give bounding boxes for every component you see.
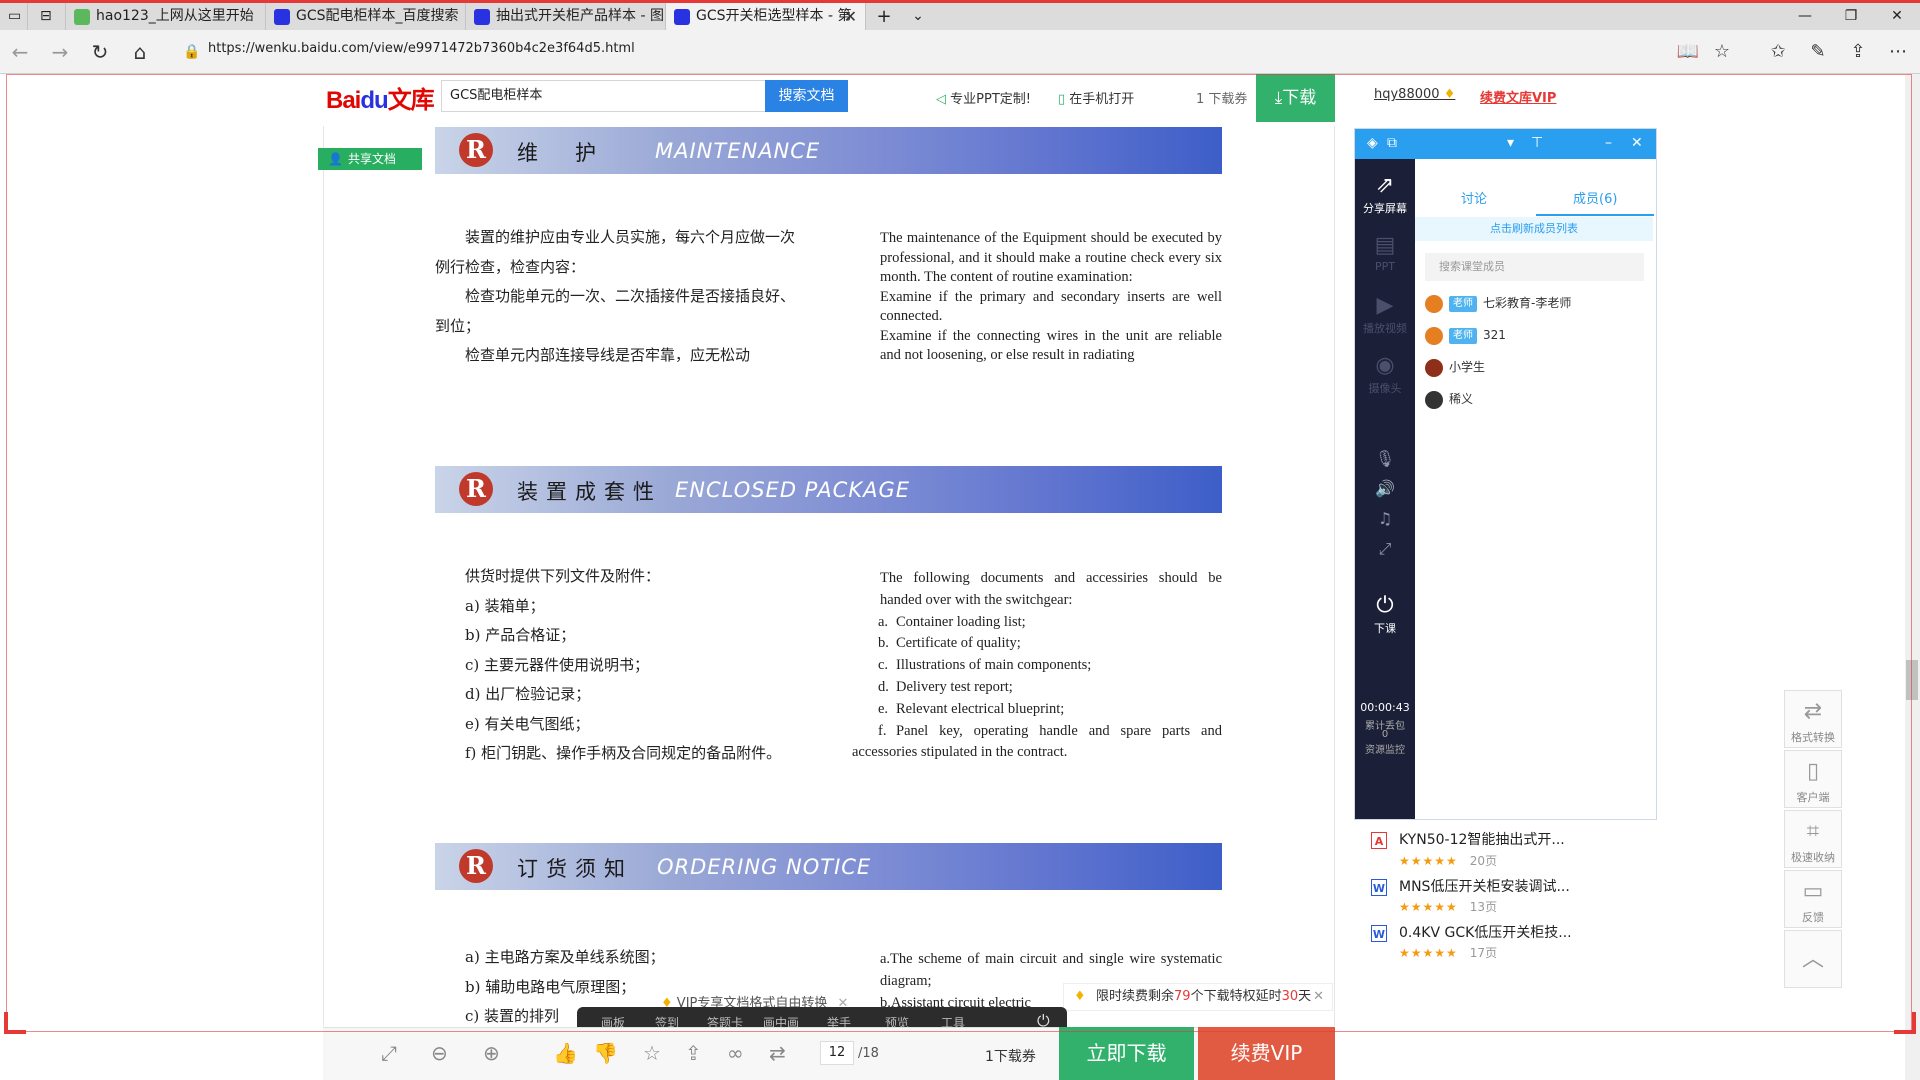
refresh-icon[interactable]: ↻ — [86, 38, 114, 66]
link-icon[interactable]: ∞ — [727, 1041, 744, 1065]
page-total: /18 — [858, 1046, 879, 1061]
recording-corner — [4, 1012, 26, 1034]
set-tabs-aside-icon[interactable]: ⊟ — [30, 3, 66, 30]
tab-title: 抽出式开关柜产品样本 - 图: — [496, 8, 666, 24]
tab-title: hao123_上网从这里开始 — [96, 8, 254, 24]
tab-baidu-search[interactable]: GCS配电柜样本_百度搜索 — [266, 3, 466, 30]
favorite-star-icon[interactable]: ☆ — [643, 1041, 661, 1065]
recording-corner — [1894, 1012, 1916, 1034]
baidu-favicon-icon — [474, 9, 490, 25]
minimize-icon[interactable]: — — [1782, 3, 1828, 30]
download-coupon-count: 1下载券 — [985, 1049, 1036, 1065]
url-field[interactable]: https://wenku.baidu.com/view/e9971472b73… — [208, 41, 635, 56]
tab-list-chevron-icon[interactable]: ⌄ — [904, 3, 932, 30]
home-icon[interactable]: ⌂ — [126, 38, 154, 66]
baidu-favicon-icon — [674, 9, 690, 25]
favorite-star-icon[interactable]: ☆ — [1708, 38, 1736, 66]
new-tab-button[interactable]: + — [868, 3, 900, 30]
tab-actions-icon[interactable]: ▭ — [0, 3, 28, 30]
zoom-out-icon[interactable]: ⊖ — [431, 1041, 448, 1065]
baidu-favicon-icon — [274, 9, 290, 25]
thumbs-down-icon[interactable]: 👎 — [593, 1041, 618, 1065]
page-number-input[interactable]: 12 — [820, 1041, 854, 1065]
share-icon[interactable]: ⇪ — [685, 1041, 702, 1065]
tab-hao123[interactable]: hao123_上网从这里开始 — [66, 3, 266, 30]
zoom-in-icon[interactable]: ⊕ — [483, 1041, 500, 1065]
thumbs-up-icon[interactable]: 👍 — [553, 1041, 578, 1065]
tab-bar: ▭ ⊟ hao123_上网从这里开始 GCS配电柜样本_百度搜索 抽出式开关柜产… — [0, 0, 1920, 30]
web-note-icon[interactable]: ✎ — [1804, 38, 1832, 66]
reading-view-icon[interactable]: 📖 — [1674, 38, 1702, 66]
more-menu-icon[interactable]: ⋯ — [1884, 38, 1912, 66]
favorites-hub-icon[interactable]: ✩ — [1764, 38, 1792, 66]
renew-vip-button[interactable]: 续费VIP — [1198, 1027, 1335, 1080]
share-icon[interactable]: ⇪ — [1844, 38, 1872, 66]
download-now-button[interactable]: 立即下载 — [1059, 1027, 1194, 1080]
recording-frame — [6, 74, 1912, 1032]
tab-product-sample[interactable]: 抽出式开关柜产品样本 - 图: — [466, 3, 666, 30]
close-window-icon[interactable]: ✕ — [1874, 3, 1920, 30]
convert-icon[interactable]: ⇄ — [769, 1041, 786, 1065]
tab-title: GCS开关柜选型样本 - 第 — [696, 8, 852, 24]
address-bar: ← → ↻ ⌂ 🔒 https://wenku.baidu.com/view/e… — [0, 30, 1920, 74]
tab-gcs-sample[interactable]: GCS开关柜选型样本 - 第 ✕ — [666, 3, 866, 30]
hao123-favicon-icon — [74, 9, 90, 25]
lock-icon: 🔒 — [183, 44, 201, 60]
tab-title: GCS配电柜样本_百度搜索 — [296, 8, 459, 24]
restore-icon[interactable]: ❐ — [1828, 3, 1874, 30]
fullscreen-icon[interactable]: ⤢ — [381, 1041, 397, 1065]
forward-icon[interactable]: → — [46, 38, 74, 66]
back-icon[interactable]: ← — [6, 38, 34, 66]
close-tab-icon[interactable]: ✕ — [844, 3, 857, 30]
